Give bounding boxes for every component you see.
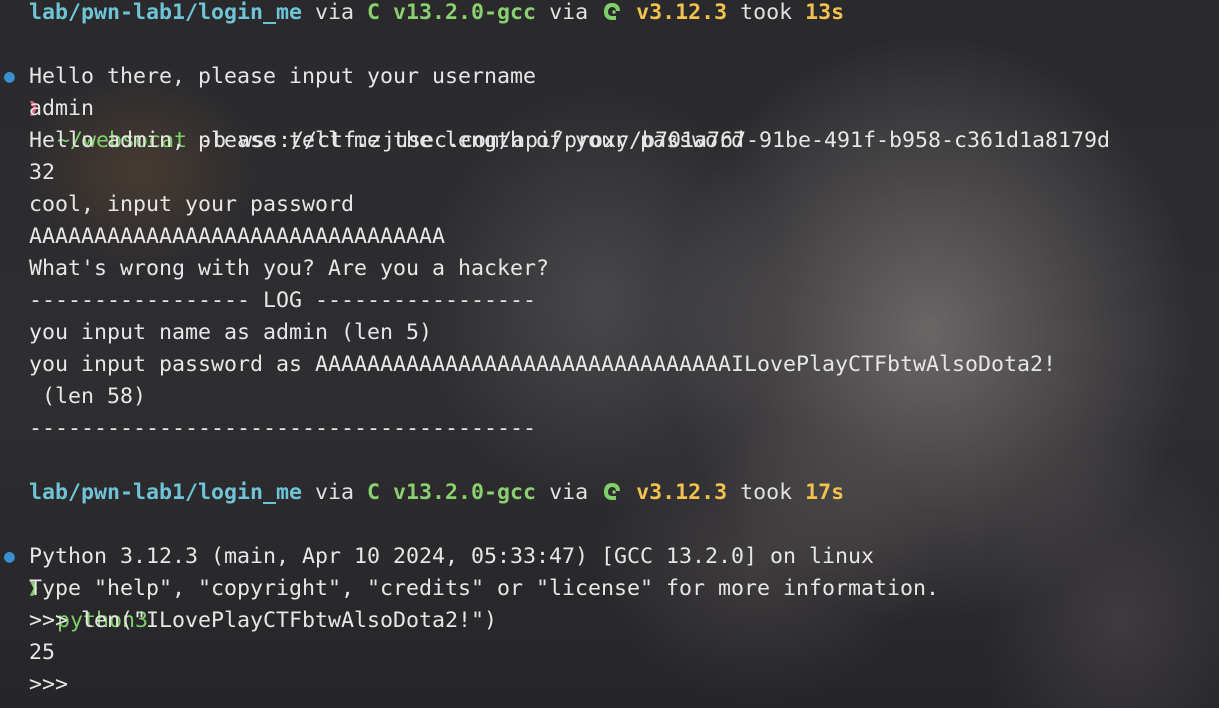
prompt-header: lab/pwn-lab1/login_me via C v13.2.0-gcc …	[29, 0, 844, 29]
output-line: admin	[29, 96, 95, 121]
python-snake-icon	[604, 483, 621, 500]
status-dot-icon: ●	[4, 546, 15, 567]
terminal-window[interactable]: lab/pwn-lab1/login_me via C v13.2.0-gcc …	[0, 0, 1219, 708]
python-version: v3.12.3	[636, 480, 728, 505]
output-line: 25	[29, 640, 56, 665]
python-snake-icon	[604, 3, 621, 20]
via-label: via	[536, 0, 602, 25]
output-line: cool, input your password	[29, 192, 355, 217]
output-line: Hello there, please input your username	[29, 64, 537, 89]
directory-path: lab/pwn-lab1/login_me	[29, 0, 303, 25]
gcc-version: v13.2.0-gcc	[393, 0, 537, 25]
output-line: Hello admin, please tell me the length o…	[29, 128, 745, 153]
repl-input-line: >>> len("ILovePlayCTFbtwAlsoDota2!")	[29, 608, 498, 633]
took-duration: 13s	[805, 0, 845, 25]
via-label: via	[302, 480, 368, 505]
output-line: What's wrong with you? Are you a hacker?	[29, 256, 550, 281]
via-label: via	[302, 0, 368, 25]
output-line: AAAAAAAAAAAAAAAAAAAAAAAAAAAAAAAA	[29, 224, 446, 249]
output-line: you input password as AAAAAAAAAAAAAAAAAA…	[29, 352, 1057, 377]
directory-path: lab/pwn-lab1/login_me	[29, 480, 303, 505]
took-duration: 17s	[805, 480, 845, 505]
prompt-header: lab/pwn-lab1/login_me via C v13.2.0-gcc …	[29, 477, 844, 509]
command-line: ● ❱ ~/websocat -b wss://ctf.zjusec.com/a…	[0, 29, 1219, 153]
output-line: Type "help", "copyright", "credits" or "…	[29, 576, 940, 601]
repl-prompt[interactable]: >>>	[29, 669, 81, 701]
log-divider: ----------------- LOG -----------------	[29, 288, 537, 313]
via-label: via	[536, 480, 602, 505]
output-line: Python 3.12.3 (main, Apr 10 2024, 05:33:…	[29, 544, 875, 569]
c-lang-label: C	[367, 0, 394, 25]
took-label: took	[727, 0, 806, 25]
log-divider: ---------------------------------------	[29, 416, 537, 441]
output-line: 32	[29, 160, 56, 185]
c-lang-label: C	[367, 480, 394, 505]
gcc-version: v13.2.0-gcc	[393, 480, 537, 505]
status-dot-icon: ●	[4, 66, 15, 87]
took-label: took	[727, 480, 806, 505]
output-line: you input name as admin (len 5)	[29, 320, 433, 345]
command-line: ● ❱ python3	[0, 509, 1219, 633]
output-line: (len 58)	[29, 384, 147, 409]
python-version: v3.12.3	[636, 0, 728, 25]
